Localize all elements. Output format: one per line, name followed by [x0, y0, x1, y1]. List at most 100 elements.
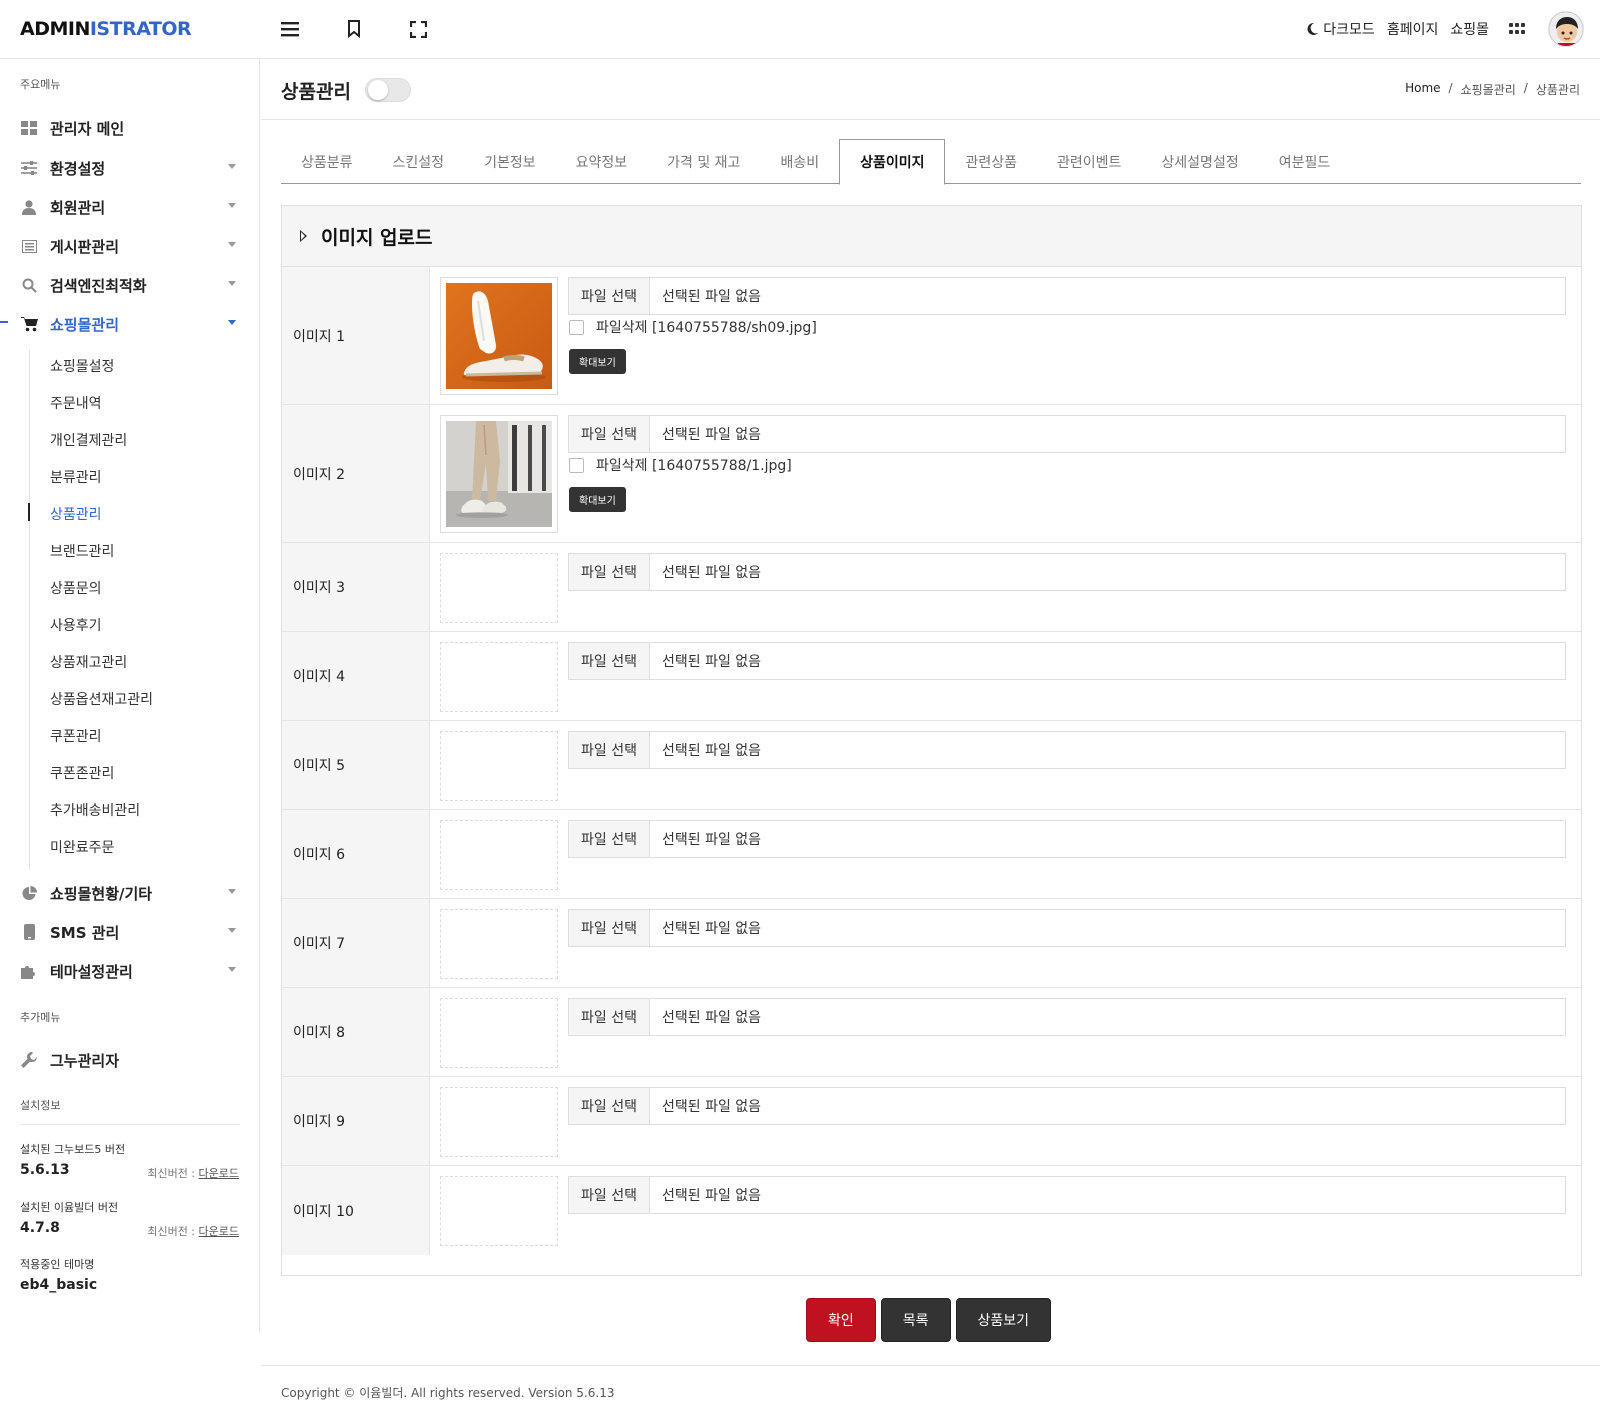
sidebar-item-gnu-admin[interactable]: 그누관리자	[20, 1048, 240, 1072]
chevron-down-icon	[228, 281, 236, 286]
chevron-down-icon	[228, 320, 236, 325]
breadcrumb-item[interactable]: 쇼핑몰관리	[1461, 81, 1516, 98]
sidebar-item-settings[interactable]: 환경설정	[20, 156, 240, 180]
file-input[interactable]: 파일 선택 선택된 파일 없음	[568, 820, 1566, 858]
file-input[interactable]: 파일 선택 선택된 파일 없음	[568, 909, 1566, 947]
file-select-button[interactable]: 파일 선택	[569, 416, 650, 452]
file-input[interactable]: 파일 선택 선택된 파일 없음	[568, 1176, 1566, 1214]
submenu-item[interactable]: 분류관리	[50, 467, 102, 487]
bookmark-icon[interactable]	[343, 18, 365, 40]
row-body: 파일 선택 선택된 파일 없음	[430, 632, 1581, 720]
submenu-item[interactable]: 주문내역	[50, 393, 102, 413]
delete-checkbox[interactable]	[569, 319, 584, 335]
homepage-link[interactable]: 홈페이지	[1387, 19, 1439, 39]
submenu-item[interactable]: 쇼핑몰설정	[50, 356, 114, 376]
tab-summary[interactable]: 요약정보	[556, 139, 648, 184]
file-select-button[interactable]: 파일 선택	[569, 1088, 650, 1124]
tab-skin[interactable]: 스킨설정	[373, 139, 465, 184]
submenu-item[interactable]: 상품문의	[50, 578, 102, 598]
image-placeholder	[440, 998, 558, 1068]
submenu-item[interactable]: 개인결제관리	[50, 430, 127, 450]
submenu-item[interactable]: 쿠폰존관리	[50, 763, 114, 783]
moon-icon	[1307, 22, 1319, 35]
submenu-line	[29, 350, 30, 870]
sidebar-item-theme[interactable]: 테마설정관리	[20, 959, 240, 983]
image-thumbnail	[440, 415, 558, 533]
sidebar-item-boards[interactable]: 게시판관리	[20, 234, 240, 258]
download-link[interactable]: 다운로드	[199, 1225, 239, 1238]
file-input[interactable]: 파일 선택 선택된 파일 없음	[568, 731, 1566, 769]
tab-related-events[interactable]: 관련이벤트	[1037, 139, 1141, 184]
sidebar-item-members[interactable]: 회원관리	[20, 195, 240, 219]
chevron-down-icon	[228, 164, 236, 169]
confirm-button[interactable]: 확인	[806, 1298, 876, 1342]
file-input[interactable]: 파일 선택 선택된 파일 없음	[568, 642, 1566, 680]
file-select-button[interactable]: 파일 선택	[569, 821, 650, 857]
dark-mode-toggle[interactable]: 다크모드	[1305, 19, 1375, 39]
file-input[interactable]: 파일 선택 선택된 파일 없음	[568, 553, 1566, 591]
file-select-button[interactable]: 파일 선택	[569, 554, 650, 590]
file-select-button[interactable]: 파일 선택	[569, 999, 650, 1035]
view-product-button[interactable]: 상품보기	[955, 1298, 1052, 1342]
submenu-item[interactable]: 쿠폰관리	[50, 726, 102, 746]
tab-detail-settings[interactable]: 상세설명설정	[1141, 139, 1258, 184]
file-select-button[interactable]: 파일 선택	[569, 643, 650, 679]
tab-basic-info[interactable]: 기본정보	[464, 139, 556, 184]
dashboard-icon	[20, 119, 38, 137]
sidebar-item-shop-stats[interactable]: 쇼핑몰현황/기타	[20, 881, 240, 905]
submenu-item[interactable]: 미완료주문	[50, 837, 114, 857]
submenu-item[interactable]: 사용후기	[50, 615, 102, 635]
panel-header[interactable]: 이미지 업로드	[282, 206, 1581, 267]
avatar[interactable]	[1548, 11, 1584, 47]
tab-extra-fields[interactable]: 여분필드	[1259, 139, 1351, 184]
file-input[interactable]: 파일 선택 선택된 파일 없음	[568, 415, 1566, 453]
sidebar-item-seo[interactable]: 검색엔진최적화	[20, 273, 240, 297]
submenu-item[interactable]: 상품옵션재고관리	[50, 689, 153, 709]
image-row-3: 이미지 3 파일 선택 선택된 파일 없음	[282, 543, 1581, 632]
file-status: 선택된 파일 없음	[661, 289, 762, 305]
cart-icon	[20, 315, 38, 333]
file-select-button[interactable]: 파일 선택	[569, 278, 650, 314]
tab-related-products[interactable]: 관련상품	[945, 139, 1037, 184]
image-row-5: 이미지 5 파일 선택 선택된 파일 없음	[282, 721, 1581, 810]
submenu-item[interactable]: 브랜드관리	[50, 541, 114, 561]
file-input[interactable]: 파일 선택 선택된 파일 없음	[568, 277, 1566, 315]
logo[interactable]: ADMINISTRATOR	[20, 18, 192, 40]
top-links: 다크모드 홈페이지 쇼핑몰	[1305, 10, 1584, 48]
tab-category[interactable]: 상품분류	[281, 139, 373, 184]
builder-version: 4.7.8	[20, 1220, 60, 1236]
shop-link[interactable]: 쇼핑몰	[1450, 19, 1489, 39]
row-body: 파일 선택 선택된 파일 없음	[430, 899, 1581, 987]
fullscreen-icon[interactable]	[407, 18, 429, 40]
tab-shipping[interactable]: 배송비	[760, 139, 839, 184]
file-select-button[interactable]: 파일 선택	[569, 732, 650, 768]
row-body: 파일 선택 선택된 파일 없음	[430, 1166, 1581, 1255]
submenu-item-product-manage[interactable]: 상품관리	[50, 504, 102, 524]
sidebar-item-admin-main[interactable]: 관리자 메인	[20, 116, 240, 140]
footer-divider	[261, 1365, 1600, 1366]
breadcrumb-home[interactable]: Home	[1405, 81, 1440, 98]
sidebar-item-shop[interactable]: 쇼핑몰관리	[20, 312, 240, 336]
file-input[interactable]: 파일 선택 선택된 파일 없음	[568, 1087, 1566, 1125]
submenu-item[interactable]: 추가배송비관리	[50, 800, 140, 820]
file-select-button[interactable]: 파일 선택	[569, 1177, 650, 1213]
row-body: 파일 선택 선택된 파일 없음	[430, 721, 1581, 809]
submenu-item[interactable]: 상품재고관리	[50, 652, 127, 672]
sidebar-item-sms[interactable]: SMS 관리	[20, 920, 240, 944]
tab-product-images[interactable]: 상품이미지	[839, 139, 946, 185]
file-input[interactable]: 파일 선택 선택된 파일 없음	[568, 998, 1566, 1036]
delete-checkbox[interactable]	[569, 457, 584, 473]
page-toggle[interactable]	[365, 78, 411, 102]
image-row-9: 이미지 9 파일 선택 선택된 파일 없음	[282, 1077, 1581, 1166]
header-divider	[261, 119, 1600, 120]
menu-icon[interactable]	[279, 18, 301, 40]
tab-price-stock[interactable]: 가격 및 재고	[647, 139, 760, 184]
file-select-button[interactable]: 파일 선택	[569, 910, 650, 946]
gnuboard-version-label: 설치된 그누보드5 버전	[20, 1143, 126, 1156]
download-link[interactable]: 다운로드	[199, 1167, 239, 1180]
zoom-button[interactable]: 확대보기	[569, 349, 626, 374]
zoom-button[interactable]: 확대보기	[569, 487, 626, 512]
row-label: 이미지 5	[282, 721, 430, 809]
apps-grid-icon[interactable]	[1509, 22, 1526, 36]
list-button[interactable]: 목록	[880, 1298, 951, 1342]
